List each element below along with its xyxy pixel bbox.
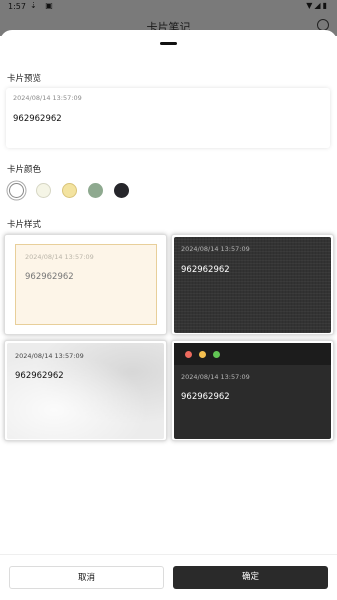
style-card-text: 962962962 xyxy=(15,371,64,381)
style-card-paper[interactable]: 2024/08/14 13:57:09 962962962 xyxy=(4,340,167,441)
style-card-cream[interactable]: 2024/08/14 13:57:09 962962962 xyxy=(4,234,167,335)
color-swatch-black[interactable] xyxy=(114,183,129,198)
preview-timestamp: 2024/08/14 13:57:09 xyxy=(13,94,82,102)
color-swatch-white[interactable] xyxy=(9,183,24,198)
preview-label: 卡片预览 xyxy=(7,74,42,84)
style-card-dark-linen-inner: 2024/08/14 13:57:09 962962962 xyxy=(174,237,331,333)
style-card-timestamp: 2024/08/14 13:57:09 xyxy=(15,352,84,360)
card-style-sheet: 卡片预览 2024/08/14 13:57:09 962962962 卡片颜色 … xyxy=(0,30,337,600)
notification-icons: ⇣ ▣ xyxy=(30,1,56,10)
minimize-dot-icon xyxy=(199,351,206,358)
style-card-text: 962962962 xyxy=(181,265,230,275)
style-card-timestamp: 2024/08/14 13:57:09 xyxy=(181,373,250,381)
style-card-mac-window[interactable]: 2024/08/14 13:57:09 962962962 xyxy=(171,340,334,441)
color-swatch-cream[interactable] xyxy=(36,183,51,198)
drag-handle[interactable] xyxy=(160,42,177,45)
color-picker xyxy=(9,183,139,199)
confirm-button[interactable]: 确定 xyxy=(173,566,328,589)
style-card-paper-inner: 2024/08/14 13:57:09 962962962 xyxy=(7,343,164,439)
color-label: 卡片颜色 xyxy=(7,165,42,175)
color-swatch-yellow[interactable] xyxy=(62,183,77,198)
cancel-button[interactable]: 取消 xyxy=(9,566,164,589)
style-card-mac-window-inner: 2024/08/14 13:57:09 962962962 xyxy=(174,343,331,439)
style-card-text: 962962962 xyxy=(25,272,74,282)
style-label: 卡片样式 xyxy=(7,220,42,230)
style-card-timestamp: 2024/08/14 13:57:09 xyxy=(181,245,250,253)
status-bar: 1:57 ⇣ ▣ ▼◢▮ xyxy=(0,0,337,16)
style-card-text: 962962962 xyxy=(181,392,230,402)
signal-battery-icons: ▼◢▮ xyxy=(306,1,329,10)
maximize-dot-icon xyxy=(213,351,220,358)
footer-divider xyxy=(0,554,337,555)
card-preview: 2024/08/14 13:57:09 962962962 xyxy=(6,88,330,148)
style-card-dark-linen[interactable]: 2024/08/14 13:57:09 962962962 xyxy=(171,234,334,335)
style-card-timestamp: 2024/08/14 13:57:09 xyxy=(25,253,94,261)
status-time: 1:57 xyxy=(8,2,26,11)
close-dot-icon xyxy=(185,351,192,358)
style-card-cream-inner: 2024/08/14 13:57:09 962962962 xyxy=(15,244,157,325)
color-swatch-green[interactable] xyxy=(88,183,103,198)
preview-text: 962962962 xyxy=(13,114,62,124)
window-titlebar xyxy=(174,343,331,365)
